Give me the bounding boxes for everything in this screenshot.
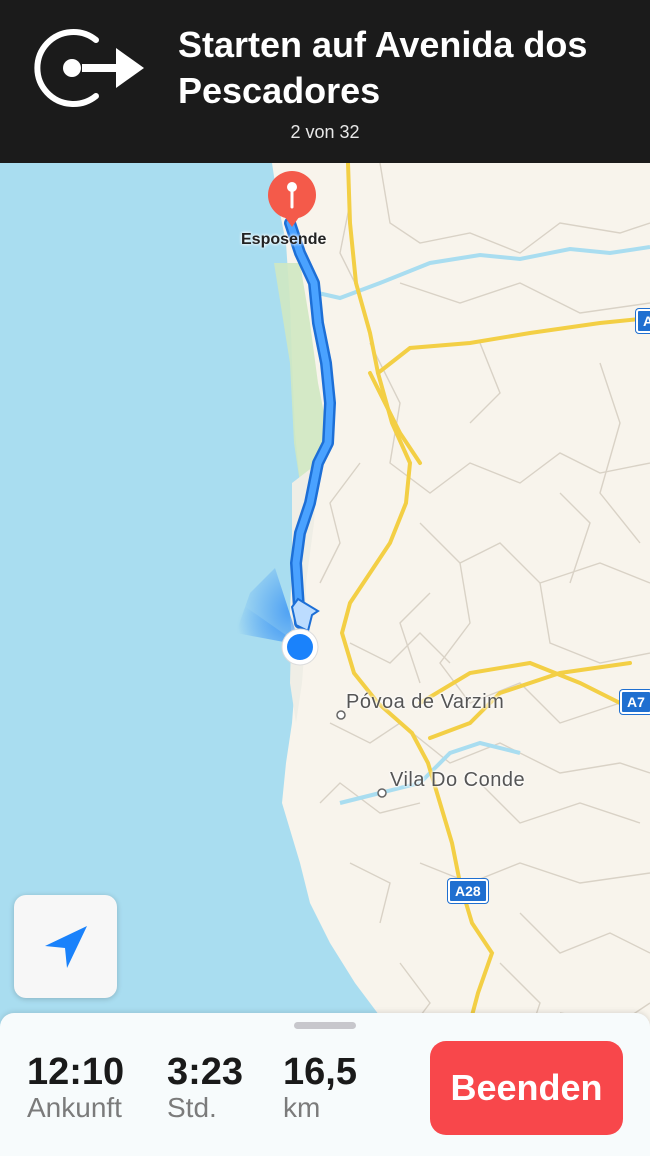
end-route-button[interactable]: Beenden	[430, 1041, 623, 1135]
city-dot-icon	[377, 788, 387, 798]
destination-pin-icon[interactable]	[266, 171, 318, 231]
start-arrow-icon	[34, 29, 144, 107]
location-arrow-icon	[44, 925, 87, 968]
map-canvas[interactable]	[0, 163, 650, 1156]
city-label-povoa: Póvoa de Varzim	[346, 691, 505, 713]
destination-label: Esposende	[241, 231, 327, 248]
highway-shield-a7-top: A	[636, 309, 650, 333]
highway-shield-a7: A7	[620, 690, 650, 714]
distance-value: 16,5	[283, 1051, 357, 1093]
highway-shield-a28: A28	[448, 879, 488, 903]
maps-navigation-screen: Starten auf Avenida dos Pescadores 2 von…	[0, 0, 650, 1156]
navigation-banner[interactable]: Starten auf Avenida dos Pescadores 2 von…	[0, 0, 650, 163]
card-grabber[interactable]	[294, 1022, 356, 1029]
locate-me-button[interactable]	[14, 895, 117, 998]
step-counter: 2 von 32	[290, 122, 360, 142]
duration-stat: 3:23 Std.	[167, 1051, 243, 1123]
maneuver-instruction: Starten auf Avenida dos Pescadores	[178, 24, 588, 111]
arrival-stat: 12:10 Ankunft	[27, 1051, 124, 1123]
trip-info-card[interactable]: 12:10 Ankunft 3:23 Std. 16,5 km Beenden	[0, 1013, 650, 1156]
duration-label: Std.	[167, 1092, 217, 1123]
city-label-vila-do-conde: Vila Do Conde	[390, 769, 526, 791]
duration-value: 3:23	[167, 1051, 244, 1093]
distance-label: km	[283, 1092, 321, 1123]
distance-stat: 16,5 km	[283, 1051, 357, 1123]
map-view[interactable]: Esposende Póvoa de Varzim Vila Do Conde …	[0, 163, 650, 1156]
arrival-label: Ankunft	[27, 1092, 122, 1123]
user-location-icon	[281, 628, 319, 666]
arrival-time: 12:10	[27, 1051, 125, 1093]
